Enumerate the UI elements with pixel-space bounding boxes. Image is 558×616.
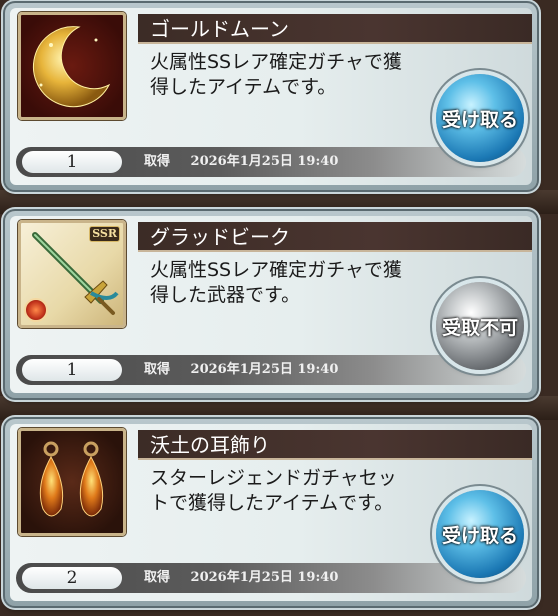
- receive-button[interactable]: 受け取る: [436, 74, 524, 162]
- item-card-body: SSR グラッドビーク 火属性SSレア確定ガチャで獲得した武器です。 1 取得 …: [10, 216, 532, 393]
- item-name: 沃土の耳飾り: [138, 430, 532, 460]
- acquired-date: 2026年1月25日 19:40: [190, 154, 339, 169]
- earrings-thumbnail: [18, 428, 126, 536]
- item-card: 沃土の耳飾り スターレジェンドガチャセットで獲得したアイテムです。 2 取得 2…: [5, 419, 537, 606]
- item-info-bar: 2 取得 2026年1月25日 19:40: [16, 563, 526, 593]
- item-card: SSR グラッドビーク 火属性SSレア確定ガチャで獲得した武器です。 1 取得 …: [5, 211, 537, 398]
- earrings-icon: [39, 441, 104, 517]
- acquired-info: 取得 2026年1月25日 19:40: [144, 563, 338, 593]
- acquired-label: 取得: [144, 154, 171, 169]
- acquired-date: 2026年1月25日 19:40: [190, 570, 339, 585]
- item-description: 火属性SSレア確定ガチャで獲得した武器です。: [150, 259, 402, 306]
- item-card-body: ゴールドムーン 火属性SSレア確定ガチャで獲得したアイテムです。 1 取得 20…: [10, 8, 532, 185]
- acquired-label: 取得: [144, 362, 171, 377]
- gold-moon-thumbnail: [18, 12, 126, 120]
- item-description: 火属性SSレア確定ガチャで獲得したアイテムです。: [150, 51, 402, 98]
- item-card-body: 沃土の耳飾り スターレジェンドガチャセットで獲得したアイテムです。 2 取得 2…: [10, 424, 532, 601]
- acquired-info: 取得 2026年1月25日 19:40: [144, 147, 338, 177]
- item-count: 2: [22, 567, 122, 589]
- receive-unavailable-button[interactable]: 受取不可: [436, 282, 524, 370]
- item-card: ゴールドムーン 火属性SSレア確定ガチャで獲得したアイテムです。 1 取得 20…: [5, 3, 537, 190]
- rarity-badge: SSR: [89, 226, 120, 242]
- gold-moon-icon: [33, 26, 111, 108]
- item-description: スターレジェンドガチャセットで獲得したアイテムです。: [150, 467, 397, 514]
- sword-thumbnail: SSR: [18, 220, 126, 328]
- acquired-label: 取得: [144, 570, 171, 585]
- item-name: グラッドビーク: [138, 222, 532, 252]
- item-count: 1: [22, 359, 122, 381]
- fire-element-icon: [24, 298, 48, 322]
- item-count: 1: [22, 151, 122, 173]
- item-name: ゴールドムーン: [138, 14, 532, 44]
- receive-button[interactable]: 受け取る: [436, 490, 524, 578]
- item-info-bar: 1 取得 2026年1月25日 19:40: [16, 147, 526, 177]
- acquired-date: 2026年1月25日 19:40: [190, 362, 339, 377]
- background-strip: [0, 396, 558, 420]
- item-info-bar: 1 取得 2026年1月25日 19:40: [16, 355, 526, 385]
- acquired-info: 取得 2026年1月25日 19:40: [144, 355, 338, 385]
